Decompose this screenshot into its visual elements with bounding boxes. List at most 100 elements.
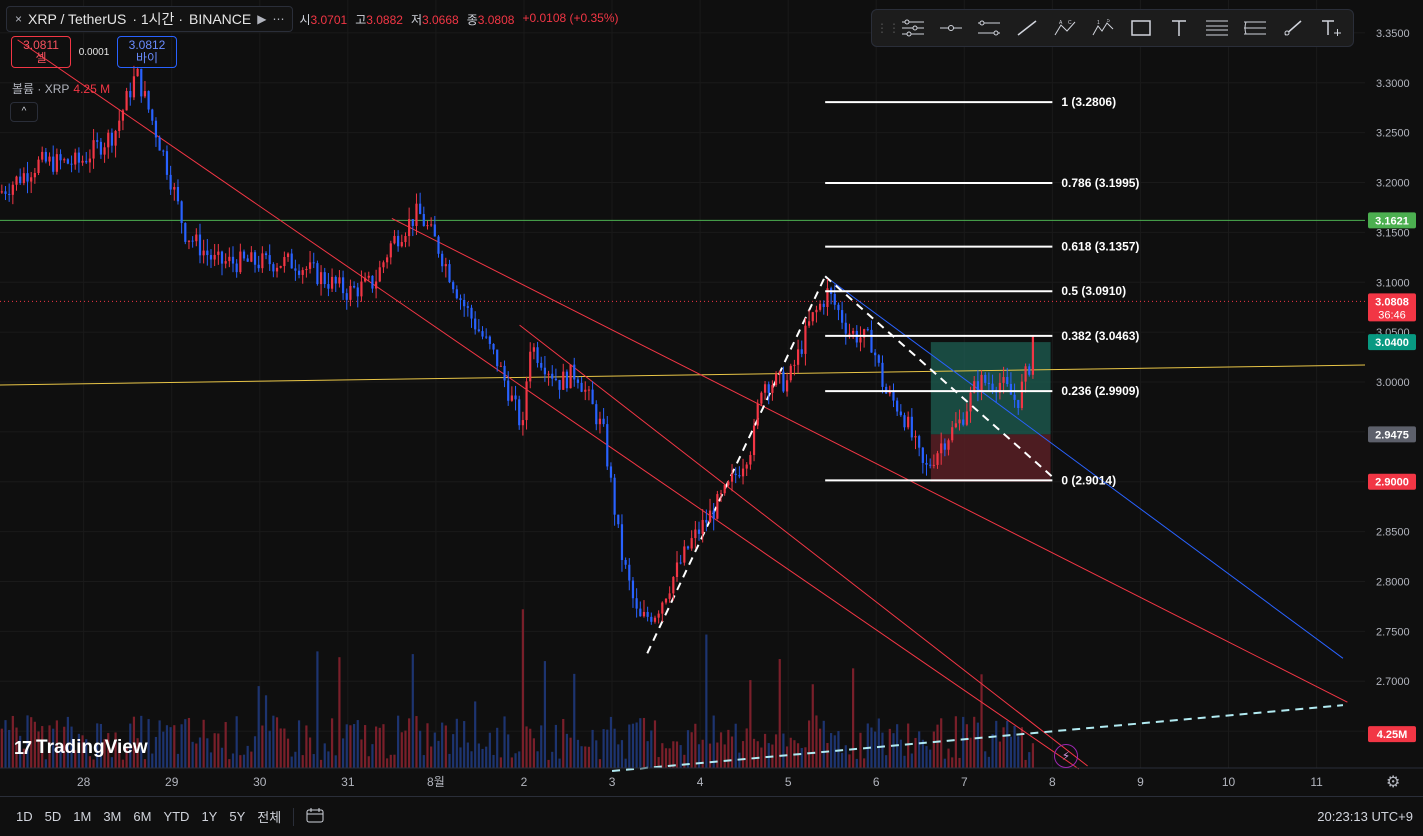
more-icon[interactable]: ⋯: [272, 12, 284, 26]
candle-body: [558, 380, 561, 390]
candle-body: [180, 201, 183, 224]
volume-bar: [477, 743, 480, 768]
candle-body: [620, 524, 624, 560]
volume-bar: [653, 720, 657, 768]
abcd-pattern-tool-icon[interactable]: AC: [1046, 13, 1084, 43]
candle-body: [1017, 399, 1020, 408]
candle-body: [261, 253, 264, 269]
candle-body: [481, 331, 484, 337]
volume-bar: [973, 716, 976, 768]
volume-bar: [470, 751, 473, 768]
candle-body: [628, 564, 631, 581]
volume-bar: [962, 716, 965, 768]
candle-body: [800, 349, 803, 354]
volume-bar: [547, 759, 550, 768]
timeframe-3m[interactable]: 3M: [97, 809, 127, 824]
volume-bar: [730, 736, 734, 768]
volume-bar: [330, 718, 334, 768]
candle-body: [562, 371, 565, 390]
volume-bar: [903, 755, 906, 768]
candle-body: [532, 347, 535, 352]
volume-bar: [631, 723, 635, 768]
parallel-channel-tool-icon[interactable]: [970, 13, 1008, 43]
candle-body: [389, 243, 392, 258]
collapse-button[interactable]: ^: [10, 102, 38, 122]
buy-button[interactable]: 3.0812 바이: [117, 36, 177, 68]
volume-bar: [595, 740, 598, 768]
drag-handle-icon[interactable]: ⋮⋮: [876, 21, 900, 35]
candle-body: [954, 423, 957, 428]
volume-bar: [198, 737, 202, 768]
candle-body: [510, 395, 513, 401]
timeframe-all[interactable]: 전체: [251, 807, 287, 826]
timeframe-1m[interactable]: 1M: [67, 809, 97, 824]
volume-bar: [444, 725, 447, 768]
price-chart[interactable]: 1 (3.2806) 0.786 (3.1995) 0.618 (3.1357) 0.…: [0, 0, 1423, 796]
lightning-icon[interactable]: ⚡: [1054, 744, 1078, 768]
time-tick-label: 10: [1222, 775, 1236, 789]
candle-body: [66, 159, 69, 164]
settings-gear-icon[interactable]: ⚙: [1386, 772, 1400, 792]
candle-body: [382, 262, 385, 268]
price-axis[interactable]: 3.35003.30003.25003.20003.15003.10003.05…: [1365, 0, 1423, 796]
date-range-icon[interactable]: [300, 807, 330, 826]
horizontal-lines-tool-icon[interactable]: [894, 13, 932, 43]
candle-body: [804, 325, 807, 354]
candle-body: [918, 436, 921, 448]
volume-bar: [752, 738, 756, 768]
clock[interactable]: 20:23:13 UTC+9: [1317, 809, 1413, 824]
candle-body: [499, 365, 502, 367]
volume-bar: [1031, 743, 1035, 768]
volume-bar: [554, 724, 558, 768]
candle-body: [675, 562, 679, 577]
volume-bar: [448, 753, 451, 768]
volume-bar: [378, 727, 381, 768]
symbol-box[interactable]: × XRP / TetherUS · 1시간 · BINANCE ▶ ⋯: [6, 6, 294, 32]
volume-bar: [929, 749, 932, 768]
candle-body: [147, 91, 150, 110]
timeframe-5d[interactable]: 5D: [39, 809, 68, 824]
volume-bar: [837, 730, 840, 768]
timeframe-6m[interactable]: 6M: [127, 809, 157, 824]
elliott-wave-tool-icon[interactable]: 15: [1084, 13, 1122, 43]
brush-tool-icon[interactable]: [1274, 13, 1312, 43]
candle-body: [158, 137, 161, 151]
volume-legend[interactable]: 볼륨 · XRP 4.25 M: [12, 80, 110, 97]
symbol-name[interactable]: XRP / TetherUS: [28, 11, 126, 27]
volume-bar: [404, 730, 407, 768]
fib-retracement-tool-icon[interactable]: [1198, 13, 1236, 43]
horizontal-ray-tool-icon[interactable]: [932, 13, 970, 43]
volume-bar: [686, 730, 690, 768]
sell-button[interactable]: 3.0811 셀: [11, 36, 71, 68]
candle-body: [466, 306, 469, 308]
candle-body: [745, 464, 748, 469]
fib-extension-tool-icon[interactable]: [1236, 13, 1274, 43]
volume-bar: [969, 737, 972, 768]
text-tool-icon[interactable]: [1160, 13, 1198, 43]
flag-icon[interactable]: ▶: [257, 12, 266, 26]
volume-bar: [323, 743, 326, 768]
candle-body: [653, 617, 657, 622]
close-icon[interactable]: ×: [15, 12, 22, 26]
timeframe-1y[interactable]: 1Y: [195, 809, 223, 824]
volume-bar: [767, 743, 770, 768]
candle-body: [668, 593, 671, 599]
candle-body: [1024, 366, 1027, 382]
candle-body: [969, 392, 972, 412]
timeframe-ytd[interactable]: YTD: [157, 809, 195, 824]
candle-body: [727, 481, 730, 486]
trend-line-tool-icon[interactable]: [1008, 13, 1046, 43]
candle-body: [393, 235, 396, 244]
logo-mark: 17: [14, 737, 32, 758]
volume-bar: [356, 720, 359, 768]
timeframe-1d[interactable]: 1D: [10, 809, 39, 824]
candle-body: [980, 374, 983, 391]
volume-bar: [998, 741, 1001, 768]
candle-body: [730, 473, 734, 482]
price-label-text: 2.9475: [1375, 429, 1409, 441]
timeframe-5y[interactable]: 5Y: [223, 809, 251, 824]
candle-body: [400, 242, 403, 247]
interval-label[interactable]: · 1시간 ·: [132, 9, 183, 29]
rectangle-tool-icon[interactable]: [1122, 13, 1160, 43]
text-note-tool-icon[interactable]: [1312, 13, 1350, 43]
